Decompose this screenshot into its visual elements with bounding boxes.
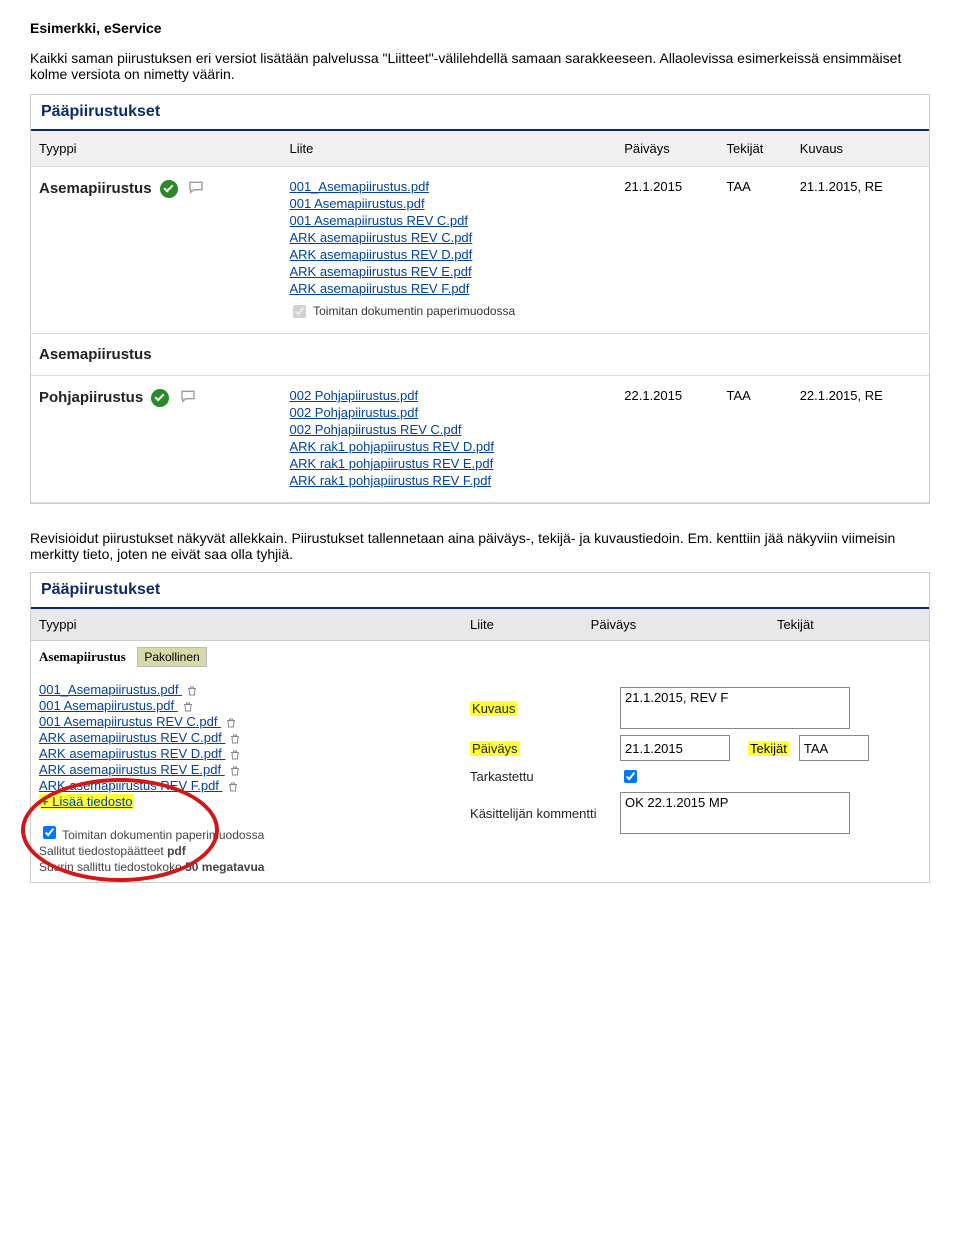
col-paivays: Päiväys — [616, 131, 718, 167]
cell-tekijat: TAA — [719, 167, 792, 334]
cell-liite — [281, 334, 616, 376]
section-heading: Pääpiirustukset — [31, 573, 929, 603]
paper-checkbox-row[interactable]: Toimitan dokumentin paperimuodossa — [289, 303, 515, 318]
file-link[interactable]: 001 Asemapiirustus.pdf — [39, 698, 454, 713]
col-paivays: Päiväys — [583, 609, 769, 641]
trash-icon[interactable] — [229, 749, 241, 761]
col-kuvaus: Kuvaus — [792, 131, 929, 167]
tekijat-input[interactable] — [799, 735, 869, 761]
ok-icon — [151, 389, 169, 407]
ok-icon — [160, 180, 178, 198]
row-type: Asemapiirustus — [39, 649, 126, 664]
cell-kuvaus — [792, 334, 929, 376]
col-tyyppi: Tyyppi — [31, 131, 281, 167]
trash-icon[interactable] — [227, 781, 239, 793]
trash-icon[interactable] — [186, 685, 198, 697]
file-link[interactable]: ARK asemapiirustus REV E.pdf — [39, 762, 454, 777]
intro-text: Kaikki saman piirustuksen eri versiot li… — [30, 50, 930, 82]
plus-icon: + — [41, 794, 49, 809]
file-link[interactable]: ARK asemapiirustus REV F.pdf — [289, 281, 608, 296]
col-tekijat: Tekijät — [769, 609, 929, 641]
paper-checkbox[interactable] — [293, 305, 306, 318]
table-row: Asemapiirustus — [31, 334, 929, 376]
cell-kuvaus: 21.1.2015, RE — [792, 167, 929, 334]
kuvaus-input[interactable] — [620, 687, 850, 729]
cell-liite: 001_Asemapiirustus.pdf 001 Asemapiirustus… — [281, 167, 616, 334]
paper-label: Toimitan dokumentin paperimuodossa — [62, 828, 264, 842]
edit-table: Tyyppi Liite Päiväys Tekijät Asemapiirus… — [31, 609, 929, 882]
file-link[interactable]: 001 Asemapiirustus REV C.pdf — [39, 714, 454, 729]
file-link[interactable]: 001_Asemapiirustus.pdf — [289, 179, 608, 194]
file-link[interactable]: ARK asemapiirustus REV D.pdf — [289, 247, 608, 262]
file-link[interactable]: ARK asemapiirustus REV C.pdf — [39, 730, 454, 745]
page-title: Esimerkki, eService — [30, 20, 930, 36]
panel-paapiirustukset-view: Pääpiirustukset Tyyppi Liite Päiväys Tek… — [30, 94, 930, 504]
col-liite: Liite — [281, 131, 616, 167]
label-tekijat: Tekijät — [748, 741, 789, 756]
file-link[interactable]: ARK asemapiirustus REV C.pdf — [289, 230, 608, 245]
attachments-table: Tyyppi Liite Päiväys Tekijät Kuvaus Asem… — [31, 131, 929, 503]
cell-tyyppi: Asemapiirustus — [31, 167, 281, 334]
add-file-link[interactable]: + Lisää tiedosto — [39, 794, 454, 809]
file-link[interactable]: ARK asemapiirustus REV D.pdf — [39, 746, 454, 761]
comment-icon[interactable] — [180, 388, 196, 408]
label-kommentti: Käsittelijän kommentti — [470, 806, 620, 821]
col-liite: Liite — [462, 609, 583, 641]
cell-tyyppi: Pohjapiirustus — [31, 376, 281, 503]
file-link[interactable]: ARK rak1 pohjapiirustus REV F.pdf — [289, 473, 608, 488]
cell-paivays — [616, 334, 718, 376]
cell-paivays: 22.1.2015 — [616, 376, 718, 503]
table-row: Asemapiirustus 001_Asemapiirustus.pdf001… — [31, 167, 929, 334]
label-kuvaus: Kuvaus — [470, 701, 517, 716]
badge-pakollinen: Pakollinen — [137, 647, 206, 667]
cell-tekijat — [719, 334, 792, 376]
file-link[interactable]: ARK rak1 pohjapiirustus REV D.pdf — [289, 439, 608, 454]
paper-checkbox-row[interactable]: Toimitan dokumentin paperimuodossa — [39, 828, 264, 842]
label-paivays: Päiväys — [470, 741, 520, 756]
file-link[interactable]: ARK asemapiirustus REV E.pdf — [289, 264, 608, 279]
paper-checkbox[interactable] — [43, 826, 56, 839]
paivays-input[interactable] — [620, 735, 730, 761]
cell-liite: 002 Pohjapiirustus.pdf 002 Pohjapiirustus… — [281, 376, 616, 503]
file-link[interactable]: 002 Pohjapiirustus REV C.pdf — [289, 422, 608, 437]
file-link[interactable]: 002 Pohjapiirustus.pdf — [289, 405, 608, 420]
comment-icon[interactable] — [188, 179, 204, 199]
file-link[interactable]: 002 Pohjapiirustus.pdf — [289, 388, 608, 403]
label-tarkastettu: Tarkastettu — [470, 769, 620, 784]
cell-tyyppi: Asemapiirustus — [31, 334, 281, 376]
trash-icon[interactable] — [182, 701, 194, 713]
trash-icon[interactable] — [225, 717, 237, 729]
file-link[interactable]: 001 Asemapiirustus REV C.pdf — [289, 213, 608, 228]
cell-paivays: 21.1.2015 — [616, 167, 718, 334]
max-size: Suurin sallittu tiedostokoko 50 megatavu… — [39, 860, 454, 874]
kommentti-input[interactable] — [620, 792, 850, 834]
panel-paapiirustukset-edit: Pääpiirustukset Tyyppi Liite Päiväys Tek… — [30, 572, 930, 883]
allowed-ext: Sallitut tiedostopäätteet pdf — [39, 844, 454, 858]
col-tyyppi: Tyyppi — [31, 609, 462, 641]
mid-text: Revisioidut piirustukset näkyvät allekka… — [30, 530, 930, 562]
trash-icon[interactable] — [229, 765, 241, 777]
tarkastettu-checkbox[interactable] — [624, 770, 637, 783]
section-heading: Pääpiirustukset — [31, 95, 929, 125]
cell-tekijat: TAA — [719, 376, 792, 503]
file-link[interactable]: 001 Asemapiirustus.pdf — [289, 196, 608, 211]
paper-label: Toimitan dokumentin paperimuodossa — [313, 304, 515, 318]
trash-icon[interactable] — [229, 733, 241, 745]
table-row: Pohjapiirustus 002 Pohjapiirustus.pdf002… — [31, 376, 929, 503]
file-link[interactable]: ARK rak1 pohjapiirustus REV E.pdf — [289, 456, 608, 471]
col-tekijat: Tekijät — [719, 131, 792, 167]
file-link[interactable]: 001_Asemapiirustus.pdf — [39, 682, 454, 697]
file-link[interactable]: ARK asemapiirustus REV F.pdf — [39, 778, 454, 793]
cell-kuvaus: 22.1.2015, RE — [792, 376, 929, 503]
